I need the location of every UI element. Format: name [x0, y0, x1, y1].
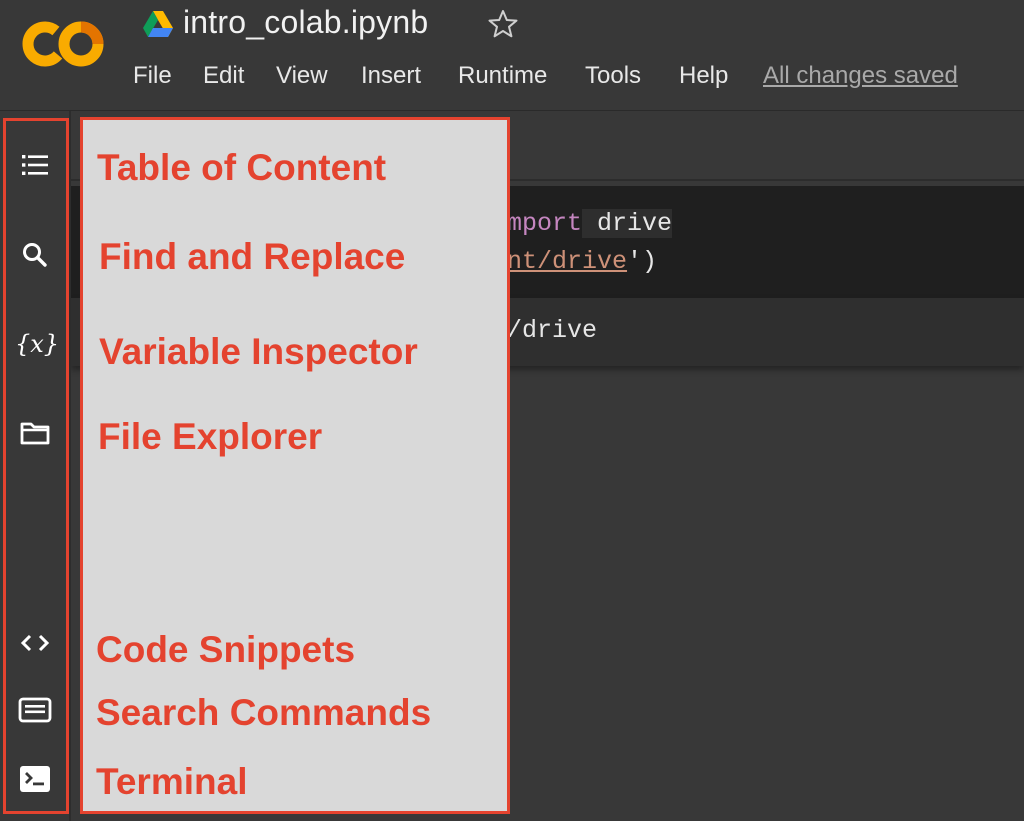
search-icon[interactable]	[17, 237, 53, 273]
label-variable-inspector: Variable Inspector	[99, 331, 418, 372]
menu-view[interactable]: View	[276, 62, 328, 90]
output-text: /drive	[507, 316, 598, 345]
code-string: nt/drive	[507, 247, 628, 276]
menu-help[interactable]: Help	[679, 62, 728, 90]
folder-icon[interactable]	[17, 415, 53, 451]
header: intro_colab.ipynb File Edit View Insert …	[0, 0, 1024, 110]
menu-file[interactable]: File	[133, 62, 172, 90]
google-drive-icon[interactable]	[143, 11, 173, 37]
menu-edit[interactable]: Edit	[203, 62, 244, 90]
colab-window: intro_colab.ipynb File Edit View Insert …	[0, 0, 1024, 821]
menu-tools[interactable]: Tools	[585, 62, 641, 90]
label-file-explorer: File Explorer	[98, 416, 323, 457]
colab-logo[interactable]	[18, 14, 108, 74]
notebook-title[interactable]: intro_colab.ipynb	[183, 4, 428, 41]
code-identifier: drive	[582, 209, 673, 238]
code-snippets-icon[interactable]	[17, 625, 53, 661]
menu-insert[interactable]: Insert	[361, 62, 421, 90]
menu-runtime[interactable]: Runtime	[458, 62, 547, 90]
variables-icon[interactable]: {x}	[15, 326, 59, 362]
annotation-panel: Table of Content Find and Replace Variab…	[80, 117, 510, 814]
star-icon[interactable]	[487, 8, 519, 40]
code-line-2: nt/drive')	[507, 247, 657, 276]
label-terminal: Terminal	[96, 761, 248, 802]
terminal-icon[interactable]	[17, 761, 53, 797]
save-status-link[interactable]: All changes saved	[763, 62, 958, 90]
command-palette-icon[interactable]	[17, 692, 53, 728]
table-of-contents-icon[interactable]	[17, 147, 53, 183]
code-paren: ')	[627, 247, 658, 276]
code-keyword: mport	[507, 209, 583, 238]
label-table-of-content: Table of Content	[97, 147, 387, 188]
label-find-and-replace: Find and Replace	[99, 236, 406, 277]
code-line-1: mport drive	[507, 209, 673, 238]
sidebar-divider	[69, 111, 71, 821]
label-search-commands: Search Commands	[96, 692, 432, 733]
label-code-snippets: Code Snippets	[96, 629, 356, 670]
